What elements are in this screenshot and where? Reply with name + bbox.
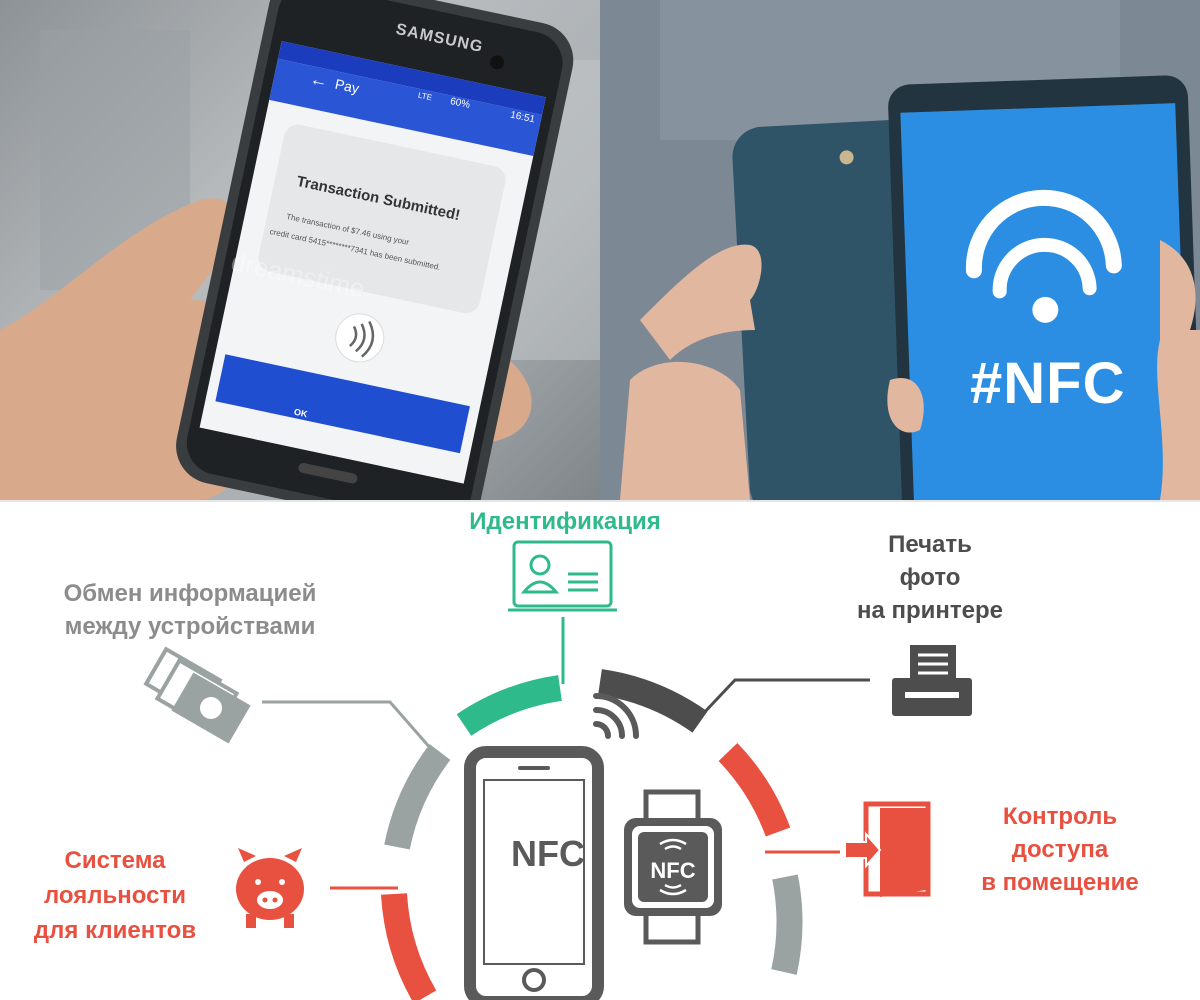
- door-access-icon: [844, 801, 931, 897]
- label-print-line3: на принтере: [856, 597, 1004, 624]
- nfc-signal-icon: [593, 693, 639, 739]
- label-identification: Идентификация: [469, 508, 661, 535]
- nfc-uses-diagram: NFC NFC Идентификация Обмен информацией …: [0, 500, 1200, 1000]
- label-access-line3: в помещение: [981, 869, 1139, 896]
- label-print-line2: фото: [899, 564, 961, 591]
- label-loyalty-line3: для клиентов: [33, 917, 197, 944]
- label-access-line1: Контроль: [1002, 803, 1118, 830]
- label-access-line2: доступа: [1011, 836, 1109, 863]
- id-card-icon: [508, 540, 617, 612]
- piggy-bank-icon: [236, 848, 304, 928]
- ring-arc-red-left: [381, 893, 437, 1000]
- ring-arc-grey-left: [384, 744, 451, 850]
- connector-exchange: [262, 700, 434, 751]
- label-loyalty-line2: лояльности: [44, 882, 186, 909]
- samsung-pay-illustration: [0, 0, 600, 500]
- ring-arc-green: [456, 675, 563, 736]
- connector-print: [698, 678, 870, 719]
- phone-front: [888, 75, 1200, 500]
- ring-arc-red-right: [718, 742, 791, 837]
- nfc-phone-icon: [464, 746, 604, 1000]
- ring-arc-grey-right: [771, 874, 803, 975]
- label-loyalty-line1: Система: [64, 847, 166, 874]
- phone-nfc-label: NFC: [511, 833, 585, 874]
- label-exchange-line1: Обмен информацией: [63, 580, 317, 607]
- photo-samsung-pay: SAMSUNG 60% 16:51 LTE ← Pay Transaction …: [0, 0, 600, 500]
- nfc-screen-label: #NFC: [970, 351, 1126, 416]
- label-print-line1: Печать: [888, 531, 972, 558]
- photo-nfc-phones: #NFC: [600, 0, 1200, 500]
- nfc-phones-illustration: [600, 0, 1200, 500]
- watch-nfc-label: NFC: [650, 858, 696, 883]
- printer-icon: [892, 645, 972, 716]
- label-exchange-line2: между устройствами: [64, 613, 316, 640]
- money-exchange-icon: [143, 646, 251, 744]
